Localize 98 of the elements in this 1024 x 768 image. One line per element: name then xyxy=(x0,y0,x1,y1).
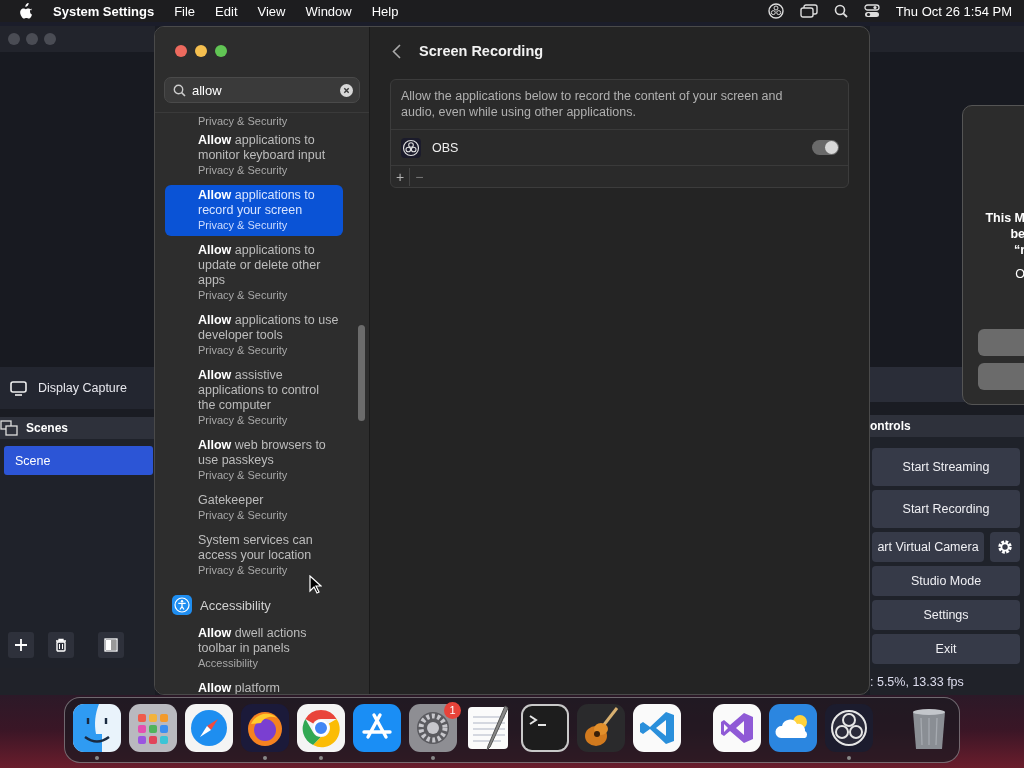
code-icon[interactable] xyxy=(633,704,681,752)
control-button[interactable]: art Virtual Camera xyxy=(872,532,984,562)
result-category: Privacy & Security xyxy=(198,563,289,577)
scrollbar[interactable] xyxy=(358,325,365,421)
search-result[interactable]: Allow assistive applications to control the computer Privacy & Security xyxy=(165,365,343,431)
accessibility-icon xyxy=(172,595,192,615)
result-title: Gatekeeper xyxy=(198,493,265,508)
minimize-button[interactable] xyxy=(195,45,207,57)
result-category: Privacy & Security xyxy=(198,163,289,177)
toggles-icon[interactable] xyxy=(863,4,880,18)
scene-item[interactable]: Scene xyxy=(4,446,153,475)
result-title: Allow web browsers to use passkeys xyxy=(198,438,327,468)
clock[interactable]: Thu Oct 26 1:54 PM xyxy=(895,3,1012,19)
menu-item[interactable]: Edit xyxy=(215,3,238,19)
description-text: Allow the applications below to record the content of your screen and audio, even while using other applications. xyxy=(400,88,784,121)
window-stack-icon[interactable] xyxy=(799,4,818,18)
app-menu[interactable]: System Settings xyxy=(53,3,155,19)
result-category: Accessibility xyxy=(198,656,259,670)
control-button[interactable]: Studio Mode xyxy=(872,566,1020,596)
menu-item[interactable]: View xyxy=(257,3,286,19)
panel-title: Scenes xyxy=(26,421,69,435)
trash-icon xyxy=(55,638,67,652)
clear-icon[interactable] xyxy=(340,83,353,97)
result-title: Allow applications to record your screen xyxy=(198,188,316,218)
result-category: Privacy & Security xyxy=(198,288,289,302)
dialog-text: O xyxy=(1015,266,1024,282)
app-name: OBS xyxy=(432,140,459,155)
result-category: Privacy & Security xyxy=(198,413,289,427)
toggle-switch[interactable] xyxy=(812,140,839,155)
notification-badge: 1 xyxy=(444,702,461,719)
result-category: Privacy & Security xyxy=(198,218,289,232)
search-result[interactable]: Allow web browsers to use passkeys Privacy & Security xyxy=(165,435,343,486)
guitar-icon[interactable] xyxy=(577,704,625,752)
gradient-square-icon xyxy=(104,638,118,652)
close-button[interactable] xyxy=(175,45,187,57)
search-result[interactable]: System services can access your location Privacy & Security xyxy=(165,530,343,581)
result-title: Allow applications to use developer tools xyxy=(198,313,339,343)
back-chevron-icon[interactable] xyxy=(392,43,401,59)
mouse-pointer-icon xyxy=(309,575,322,594)
dialog-text: “r xyxy=(1013,242,1024,258)
zoom-button[interactable] xyxy=(215,45,227,57)
search-result[interactable]: Allow applications to record your screen Privacy & Security xyxy=(165,185,343,236)
status-text: : 5.5%, 13.33 fps xyxy=(870,674,964,689)
result-title: Allow platform xyxy=(198,681,281,694)
aperture-icon[interactable] xyxy=(767,3,784,19)
aperture-icon[interactable] xyxy=(825,704,873,752)
menu-item[interactable]: Help xyxy=(371,3,399,19)
filters-button[interactable] xyxy=(98,632,124,658)
result-category: Privacy & Security xyxy=(198,114,288,128)
result-title: Allow assistive applications to control the computer xyxy=(198,368,320,413)
menu-item[interactable]: File xyxy=(174,3,196,19)
infinity-icon[interactable] xyxy=(713,704,761,752)
a-mark-icon[interactable] xyxy=(353,704,401,752)
gear-icon[interactable] xyxy=(409,704,457,752)
add-button[interactable] xyxy=(8,632,34,658)
search-result[interactable]: Allow applications to update or delete other apps Privacy & Security xyxy=(165,240,343,306)
compass-icon[interactable] xyxy=(185,704,233,752)
search-field[interactable]: allow xyxy=(164,77,360,103)
result-category: Privacy & Security xyxy=(198,343,289,357)
source-label[interactable]: Display Capture xyxy=(38,381,127,395)
result-title: Allow applications to monitor keyboard input xyxy=(198,133,327,163)
page-title: Screen Recording xyxy=(419,43,544,59)
panel-title: ontrols xyxy=(870,419,911,433)
monitor-icon xyxy=(10,380,27,396)
result-title: Allow applications to update or delete other apps xyxy=(198,243,322,288)
dialog-text: This M xyxy=(985,210,1024,226)
app-grid-icon[interactable] xyxy=(129,704,177,752)
control-button[interactable]: Exit xyxy=(872,634,1020,664)
terminal-icon[interactable] xyxy=(521,704,569,752)
search-icon[interactable] xyxy=(833,4,848,18)
gear-icon xyxy=(997,539,1013,555)
search-result[interactable]: Allow applications to use developer tools Privacy & Security xyxy=(165,310,343,361)
settings-button[interactable] xyxy=(990,532,1020,562)
face-icon[interactable] xyxy=(73,704,121,752)
globe-icon[interactable] xyxy=(241,704,289,752)
control-button[interactable]: Start Streaming xyxy=(872,448,1020,486)
search-result[interactable]: Gatekeeper Privacy & Security xyxy=(165,490,343,526)
search-result[interactable]: Allow platform xyxy=(165,678,343,694)
aperture-icon xyxy=(401,137,421,158)
control-button[interactable]: Settings xyxy=(872,600,1020,630)
dialog-text: be xyxy=(1010,226,1024,242)
color-wheel-icon[interactable] xyxy=(297,704,345,752)
result-category: Privacy & Security xyxy=(198,508,289,522)
add-button[interactable]: + xyxy=(391,167,410,186)
result-title: Allow dwell actions toolbar in panels xyxy=(198,626,308,656)
apple-icon[interactable] xyxy=(19,3,33,19)
search-input[interactable]: allow xyxy=(192,82,334,98)
result-category: Privacy & Security xyxy=(198,468,289,482)
control-button[interactable]: Start Recording xyxy=(872,490,1020,528)
search-icon xyxy=(173,83,186,97)
search-result[interactable]: Allow applications to monitor keyboard input Privacy & Security xyxy=(165,130,343,181)
section-title: Accessibility xyxy=(200,597,271,613)
cloud-icon[interactable] xyxy=(769,704,817,752)
menu-item[interactable]: Window xyxy=(305,3,352,19)
search-result[interactable]: Allow dwell actions toolbar in panels Accessibility xyxy=(165,623,343,674)
result-title: System services can access your location xyxy=(198,533,314,563)
delete-button[interactable] xyxy=(48,632,74,658)
plus-icon xyxy=(14,638,28,652)
